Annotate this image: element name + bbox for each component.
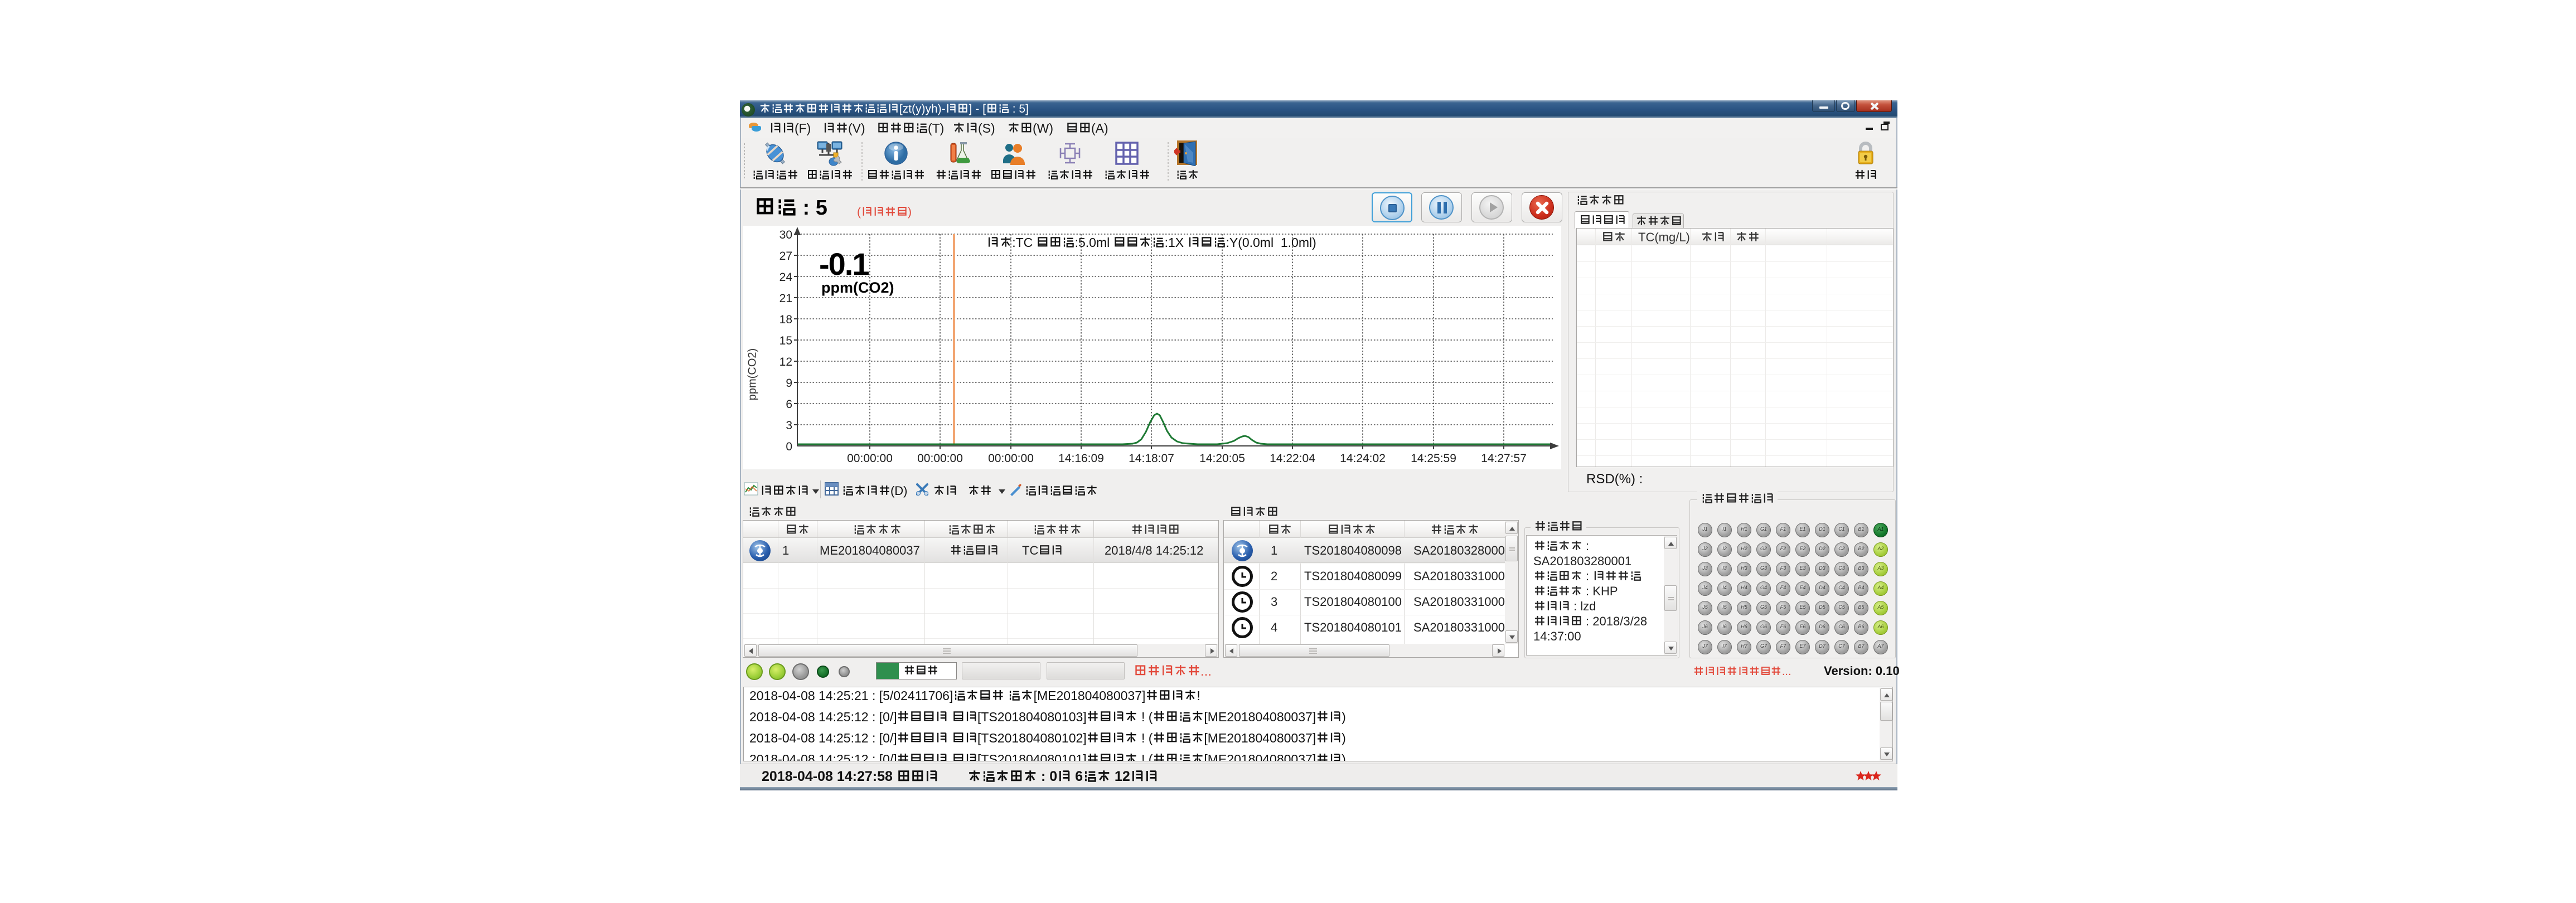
svg-text:14:20:05: 14:20:05 [1199, 452, 1245, 465]
svg-text:21: 21 [779, 292, 792, 305]
svg-text:12: 12 [779, 356, 792, 368]
svg-text:00:00:00: 00:00:00 [847, 452, 893, 465]
svg-text:9: 9 [786, 377, 792, 390]
svg-text:3: 3 [786, 419, 792, 432]
svg-text:6: 6 [786, 398, 792, 411]
svg-text:30: 30 [779, 229, 792, 241]
svg-text:14:25:59: 14:25:59 [1411, 452, 1456, 465]
svg-text:14:16:09: 14:16:09 [1058, 452, 1104, 465]
svg-text:14:24:02: 14:24:02 [1340, 452, 1386, 465]
svg-text:18: 18 [779, 313, 792, 326]
svg-text:00:00:00: 00:00:00 [917, 452, 963, 465]
svg-text:14:18:07: 14:18:07 [1129, 452, 1174, 465]
svg-text:14:27:57: 14:27:57 [1481, 452, 1527, 465]
svg-text:00:00:00: 00:00:00 [988, 452, 1034, 465]
svg-text:15: 15 [779, 334, 792, 347]
svg-text:14:22:04: 14:22:04 [1270, 452, 1315, 465]
svg-text:0: 0 [786, 440, 792, 453]
svg-text:24: 24 [779, 271, 793, 284]
svg-text:27: 27 [779, 250, 792, 263]
